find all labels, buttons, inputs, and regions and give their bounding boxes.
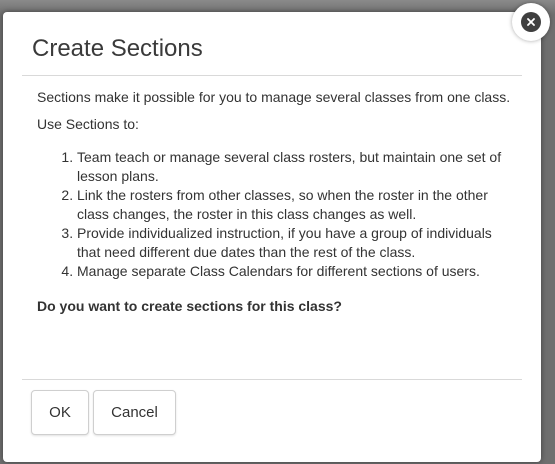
header-divider — [22, 75, 522, 76]
dialog-title: Create Sections — [32, 35, 203, 62]
footer-divider — [22, 379, 522, 380]
use-sections-label: Use Sections to: — [37, 116, 139, 132]
list-item: Link the rosters from other classes, so … — [77, 186, 512, 224]
list-item: Provide individualized instruction, if y… — [77, 224, 512, 262]
close-icon — [521, 12, 541, 32]
cancel-button[interactable]: Cancel — [93, 390, 176, 435]
dialog-body: Sections make it possible for you to man… — [37, 88, 512, 316]
intro-text: Sections make it possible for you to man… — [37, 89, 511, 105]
create-sections-dialog: Create Sections Sections make it possibl… — [3, 12, 541, 462]
list-item: Team teach or manage several class roste… — [77, 148, 512, 186]
confirm-question: Do you want to create sections for this … — [37, 298, 342, 314]
uses-list: Team teach or manage several class roste… — [37, 148, 512, 281]
list-item: Manage separate Class Calendars for diff… — [77, 262, 512, 281]
close-button[interactable] — [512, 3, 550, 41]
ok-button[interactable]: OK — [31, 390, 89, 435]
